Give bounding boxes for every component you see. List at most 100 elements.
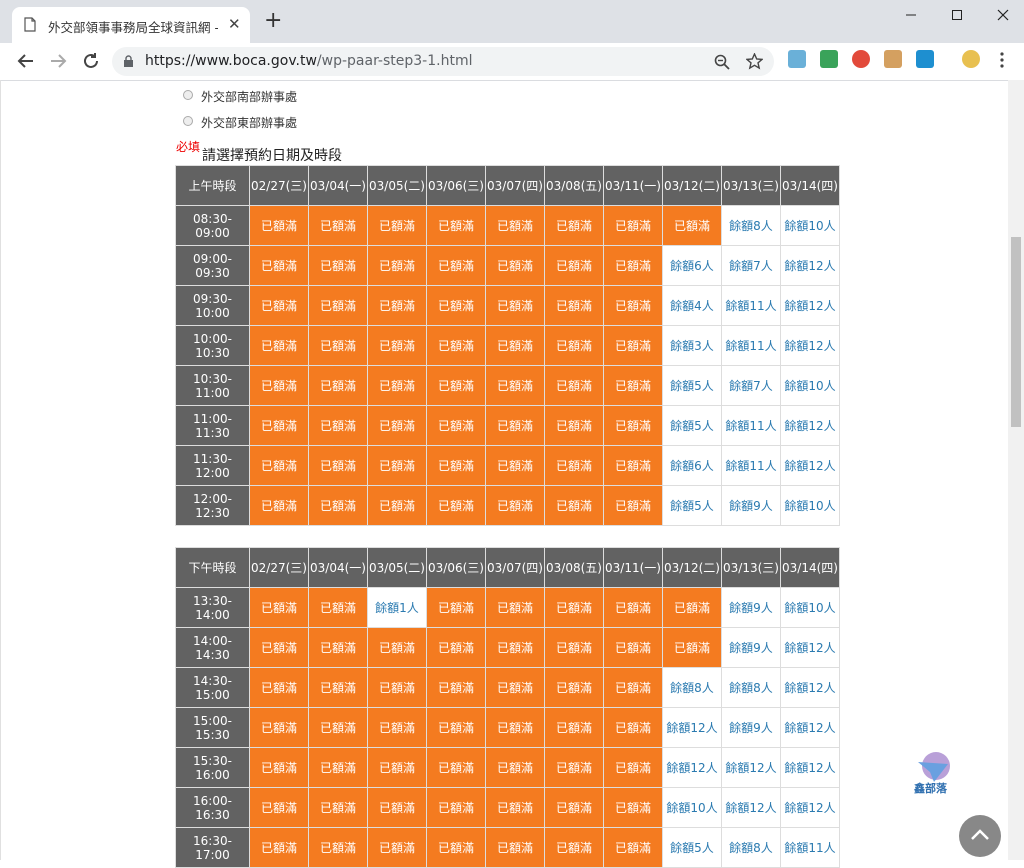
radio-east-office[interactable]: 外交部東部辦事處 (183, 114, 297, 131)
slot-available-cell[interactable]: 餘額12人 (780, 627, 840, 668)
slot-available-cell[interactable]: 餘額12人 (780, 747, 840, 788)
slot-full-cell: 已額滿 (367, 827, 427, 868)
back-arrow-icon[interactable] (16, 53, 34, 69)
slot-available-cell[interactable]: 餘額11人 (721, 405, 781, 446)
slot-available-cell[interactable]: 餘額11人 (721, 285, 781, 326)
forward-arrow-icon[interactable] (50, 53, 68, 69)
slot-full-cell: 已額滿 (426, 707, 486, 748)
radio-button[interactable] (183, 115, 193, 126)
slot-available-cell[interactable]: 餘額3人 (662, 325, 722, 366)
slot-available-cell[interactable]: 餘額11人 (721, 325, 781, 366)
slot-full-cell: 已額滿 (485, 245, 545, 286)
scroll-to-top-button[interactable] (959, 815, 1001, 857)
slot-full-cell: 已額滿 (367, 667, 427, 708)
close-window-button[interactable] (980, 4, 1024, 28)
slot-available-cell[interactable]: 餘額12人 (662, 707, 722, 748)
table-row: 16:30-17:00 已額滿 已額滿 已額滿 已額滿 已額滿 已額滿 已額滿 餘額5人 餘額8人… (175, 827, 840, 868)
extension-icon-3[interactable] (852, 50, 870, 68)
reload-icon[interactable] (82, 52, 100, 70)
table-row: 10:30-11:00 已額滿 已額滿 已額滿 已額滿 已額滿 已額滿 已額滿 餘額5人 餘額7人… (175, 365, 840, 406)
slot-available-cell[interactable]: 餘額9人 (721, 587, 781, 628)
slot-available-cell[interactable]: 餘額12人 (780, 445, 840, 486)
browser-tab[interactable]: 外交部領事事務局全球資訊網 - 線 ✕ (12, 7, 250, 43)
slot-full-cell: 已額滿 (308, 787, 368, 828)
slot-available-cell[interactable]: 餘額8人 (662, 667, 722, 708)
slot-available-cell[interactable]: 餘額7人 (721, 245, 781, 286)
maximize-button[interactable] (934, 4, 980, 28)
slot-available-cell[interactable]: 餘額7人 (721, 365, 781, 406)
slot-full-cell: 已額滿 (308, 627, 368, 668)
tab-close-icon[interactable]: ✕ (228, 15, 241, 33)
slot-available-cell[interactable]: 餘額4人 (662, 285, 722, 326)
profile-avatar[interactable] (962, 50, 980, 68)
slot-full-cell: 已額滿 (485, 707, 545, 748)
slot-full-cell: 已額滿 (367, 787, 427, 828)
slot-available-cell[interactable]: 餘額12人 (780, 245, 840, 286)
table-row: 11:30-12:00 已額滿 已額滿 已額滿 已額滿 已額滿 已額滿 已額滿 餘額6人 餘額11… (175, 445, 840, 486)
slot-available-cell[interactable]: 餘額8人 (721, 667, 781, 708)
time-slot-label: 09:00-09:30 (175, 245, 250, 286)
slot-available-cell[interactable]: 餘額10人 (780, 485, 840, 526)
slot-available-cell[interactable]: 餘額10人 (780, 587, 840, 628)
slot-full-cell: 已額滿 (249, 787, 309, 828)
slot-full-cell: 已額滿 (249, 707, 309, 748)
table-row: 14:00-14:30 已額滿 已額滿 已額滿 已額滿 已額滿 已額滿 已額滿 已額滿 餘額9人餘… (175, 627, 840, 668)
address-bar[interactable]: https://www.boca.gov.tw/wp-paar-step3-1.… (112, 47, 774, 76)
new-tab-button[interactable]: + (264, 10, 282, 32)
vertical-scrollbar[interactable] (1008, 80, 1024, 860)
slot-available-cell[interactable]: 餘額9人 (721, 627, 781, 668)
slot-available-cell[interactable]: 餘額5人 (662, 365, 722, 406)
slot-full-cell: 已額滿 (603, 445, 663, 486)
slot-available-cell[interactable]: 餘額12人 (780, 325, 840, 366)
slot-available-cell[interactable]: 餘額9人 (721, 485, 781, 526)
slot-full-cell: 已額滿 (426, 445, 486, 486)
slot-available-cell[interactable]: 餘額12人 (721, 747, 781, 788)
date-header: 03/13(三) (721, 547, 781, 588)
slot-available-cell[interactable]: 餘額10人 (662, 787, 722, 828)
slot-available-cell[interactable]: 餘額6人 (662, 245, 722, 286)
radio-south-office[interactable]: 外交部南部辦事處 (183, 88, 297, 105)
slot-available-cell[interactable]: 餘額12人 (662, 747, 722, 788)
slot-full-cell: 已額滿 (485, 747, 545, 788)
zoom-icon[interactable] (714, 54, 730, 70)
slot-full-cell: 已額滿 (249, 405, 309, 446)
extension-icon-2[interactable] (820, 50, 838, 68)
slot-available-cell[interactable]: 餘額5人 (662, 485, 722, 526)
slot-available-cell[interactable]: 餘額12人 (721, 787, 781, 828)
menu-dots-icon[interactable] (1000, 52, 1004, 68)
time-slot-label: 15:00-15:30 (175, 707, 250, 748)
slot-available-cell[interactable]: 餘額10人 (780, 205, 840, 246)
extension-icon-5[interactable] (916, 50, 934, 68)
extension-icon-1[interactable] (788, 50, 806, 68)
slot-full-cell: 已額滿 (308, 285, 368, 326)
slot-available-cell[interactable]: 餘額5人 (662, 827, 722, 868)
radio-button[interactable] (183, 89, 193, 100)
slot-available-cell[interactable]: 餘額1人 (367, 587, 427, 628)
slot-available-cell[interactable]: 餘額5人 (662, 405, 722, 446)
slot-available-cell[interactable]: 餘額12人 (780, 667, 840, 708)
slot-available-cell[interactable]: 餘額12人 (780, 405, 840, 446)
slot-available-cell[interactable]: 餘額8人 (721, 827, 781, 868)
slot-full-cell: 已額滿 (367, 365, 427, 406)
bookmark-star-icon[interactable] (746, 53, 763, 70)
scrollbar-thumb[interactable] (1011, 237, 1021, 427)
slot-available-cell[interactable]: 餘額8人 (721, 205, 781, 246)
table-row: 15:00-15:30 已額滿 已額滿 已額滿 已額滿 已額滿 已額滿 已額滿 餘額12人 餘額9… (175, 707, 840, 748)
date-header: 03/06(三) (426, 547, 486, 588)
slot-available-cell[interactable]: 餘額12人 (780, 707, 840, 748)
tab-strip: 外交部領事事務局全球資訊網 - 線 ✕ + (0, 0, 1024, 43)
slot-available-cell[interactable]: 餘額12人 (780, 285, 840, 326)
slot-full-cell: 已額滿 (367, 627, 427, 668)
slot-available-cell[interactable]: 餘額9人 (721, 707, 781, 748)
slot-available-cell[interactable]: 餘額12人 (780, 787, 840, 828)
slot-available-cell[interactable]: 餘額10人 (780, 365, 840, 406)
slot-available-cell[interactable]: 餘額11人 (780, 827, 840, 868)
date-header: 03/11(一) (603, 547, 663, 588)
minimize-button[interactable] (888, 4, 934, 28)
extension-icon-4[interactable] (884, 50, 902, 68)
slot-available-cell[interactable]: 餘額11人 (721, 445, 781, 486)
table-row: 14:30-15:00 已額滿 已額滿 已額滿 已額滿 已額滿 已額滿 已額滿 餘額8人 餘額8人… (175, 667, 840, 708)
slot-available-cell[interactable]: 餘額6人 (662, 445, 722, 486)
table-row: 16:00-16:30 已額滿 已額滿 已額滿 已額滿 已額滿 已額滿 已額滿 餘額10人 餘額1… (175, 787, 840, 828)
table-row: 09:30-10:00 已額滿 已額滿 已額滿 已額滿 已額滿 已額滿 已額滿 餘額4人 餘額11… (175, 285, 840, 326)
